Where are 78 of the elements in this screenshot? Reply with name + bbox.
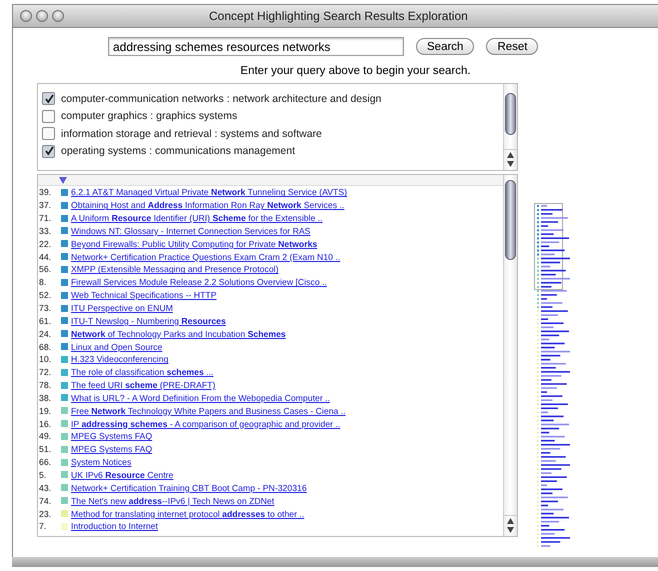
- instruction-text: Enter your query above to begin your search.: [239, 65, 472, 77]
- result-link[interactable]: System Notices: [71, 457, 132, 468]
- result-rank: 24.: [38, 328, 52, 339]
- minimize-icon[interactable]: [36, 10, 48, 22]
- result-link[interactable]: The role of classification schemes ...: [71, 367, 214, 378]
- checkbox[interactable]: [42, 92, 55, 106]
- minimap-drawing[interactable]: [534, 203, 570, 548]
- concept-label: operating systems : communications management: [61, 145, 296, 158]
- search-field[interactable]: addressing schemes resources networks: [108, 37, 404, 56]
- result-link[interactable]: Windows NT: Glossary - Internet Connection Services for RAS: [71, 226, 310, 236]
- result-rank: 22.: [38, 238, 52, 249]
- result-link[interactable]: IP addressing schemes - A comparison of geographic and provider ..: [71, 418, 340, 429]
- result-rank: 7.: [38, 521, 48, 532]
- scroll-thumb[interactable]: [505, 93, 516, 135]
- scroll-thumb[interactable]: [505, 180, 516, 260]
- result-rank: 68.: [38, 342, 52, 352]
- result-rank: 78.: [38, 380, 52, 390]
- checkbox[interactable]: [42, 127, 55, 140]
- result-rank: 71.: [38, 213, 52, 224]
- result-link[interactable]: A Uniform Resource Identifier (URI) Scheme for the Extensible ..: [71, 213, 323, 224]
- result-link[interactable]: ITU-T Newslog - Numbering Resources: [71, 316, 226, 326]
- sort-indicator-icon[interactable]: [59, 176, 67, 184]
- result-link[interactable]: Linux and Open Source: [71, 342, 162, 352]
- result-link[interactable]: Firewall Services Module Release 2.2 Solutions Overview [Cisco ..: [71, 277, 327, 288]
- result-link[interactable]: Obtaining Host and Address Information Ron Ray Network Services ..: [71, 200, 344, 210]
- result-link[interactable]: The feed URI scheme (PRE-DRAFT): [71, 380, 216, 390]
- result-rank: 74.: [38, 496, 52, 506]
- search-action-button[interactable]: Search: [416, 38, 474, 55]
- result-rank: 5.: [38, 470, 48, 480]
- concept-label: computer graphics : graphics systems: [61, 110, 238, 122]
- result-rank: 38.: [38, 392, 52, 403]
- scroll-up-icon[interactable]: [507, 152, 514, 158]
- result-rank: 73.: [38, 303, 52, 314]
- search-action-button[interactable]: Reset: [486, 38, 538, 55]
- result-link[interactable]: XMPP (Extensible Messaging and Presence Protocol): [71, 264, 278, 274]
- result-rank: 66.: [38, 457, 52, 468]
- result-link[interactable]: Free Network Technology White Papers and Business Cases - Ciena ..: [71, 406, 346, 416]
- result-rank: 23.: [38, 508, 52, 519]
- result-rank: 44.: [38, 252, 52, 262]
- result-rank: 52.: [38, 290, 52, 300]
- result-rank: 43.: [38, 482, 52, 493]
- result-rank: 49.: [38, 431, 52, 442]
- result-link[interactable]: What is URL? - A Word Definition From the Webopedia Computer ..: [71, 392, 330, 403]
- result-rank: 39.: [38, 187, 52, 198]
- result-rank: 19.: [38, 406, 52, 416]
- result-rank: 10.: [38, 354, 52, 364]
- result-rank: 61.: [38, 316, 52, 326]
- close-icon[interactable]: [20, 10, 32, 22]
- result-rank: 16.: [38, 418, 52, 429]
- result-rank: 72.: [38, 367, 52, 378]
- window-title: Concept Highlighting Search Results Exploration: [209, 9, 468, 23]
- result-rank: 37.: [38, 200, 52, 210]
- result-link[interactable]: MPEG Systems FAQ: [71, 431, 152, 442]
- result-rank: 33.: [38, 226, 52, 236]
- result-link[interactable]: UK IPv6 Resource Centre: [71, 470, 174, 480]
- result-rank: 56.: [38, 264, 52, 274]
- result-link[interactable]: Network+ Certification Training CBT Boot Camp - PN-320316: [71, 482, 307, 493]
- scroll-up-icon[interactable]: [507, 518, 514, 524]
- checkbox[interactable]: [42, 110, 55, 123]
- concept-label: information storage and retrieval : systems and software: [61, 128, 322, 140]
- result-rank: 8.: [38, 277, 48, 288]
- checkbox[interactable]: [42, 144, 55, 158]
- scroll-down-icon[interactable]: [507, 161, 514, 167]
- result-rank: 51.: [38, 444, 52, 454]
- result-link[interactable]: MPEG Systems FAQ: [71, 444, 152, 454]
- concept-label: computer-communication networks : network architecture and design: [61, 92, 382, 105]
- result-link[interactable]: Beyond Firewalls: Public Utility Computing for Private Networks: [71, 238, 318, 249]
- result-link[interactable]: Web Technical Specifications -- HTTP: [71, 290, 216, 300]
- result-link[interactable]: Network of Technology Parks and Incubation Schemes: [71, 328, 286, 339]
- result-link[interactable]: ITU Perspective on ENUM: [71, 303, 173, 314]
- result-link[interactable]: 6.2.1 AT&T Managed Virtual Private Network Tunneling Service (AVTS): [71, 187, 348, 198]
- zoom-icon[interactable]: [52, 10, 64, 22]
- result-link[interactable]: The Net's new address--IPv6 | Tech News on ZDNet: [71, 496, 274, 506]
- result-link[interactable]: Introduction to Internet: [71, 521, 158, 532]
- result-link[interactable]: Network+ Certification Practice Questions Exam Cram 2 (Exam N10 ..: [71, 252, 340, 262]
- result-link[interactable]: H.323 Videoconferencing: [71, 354, 168, 364]
- scroll-down-icon[interactable]: [507, 527, 514, 533]
- result-link[interactable]: Method for translating internet protocol addresses to other ..: [71, 508, 304, 519]
